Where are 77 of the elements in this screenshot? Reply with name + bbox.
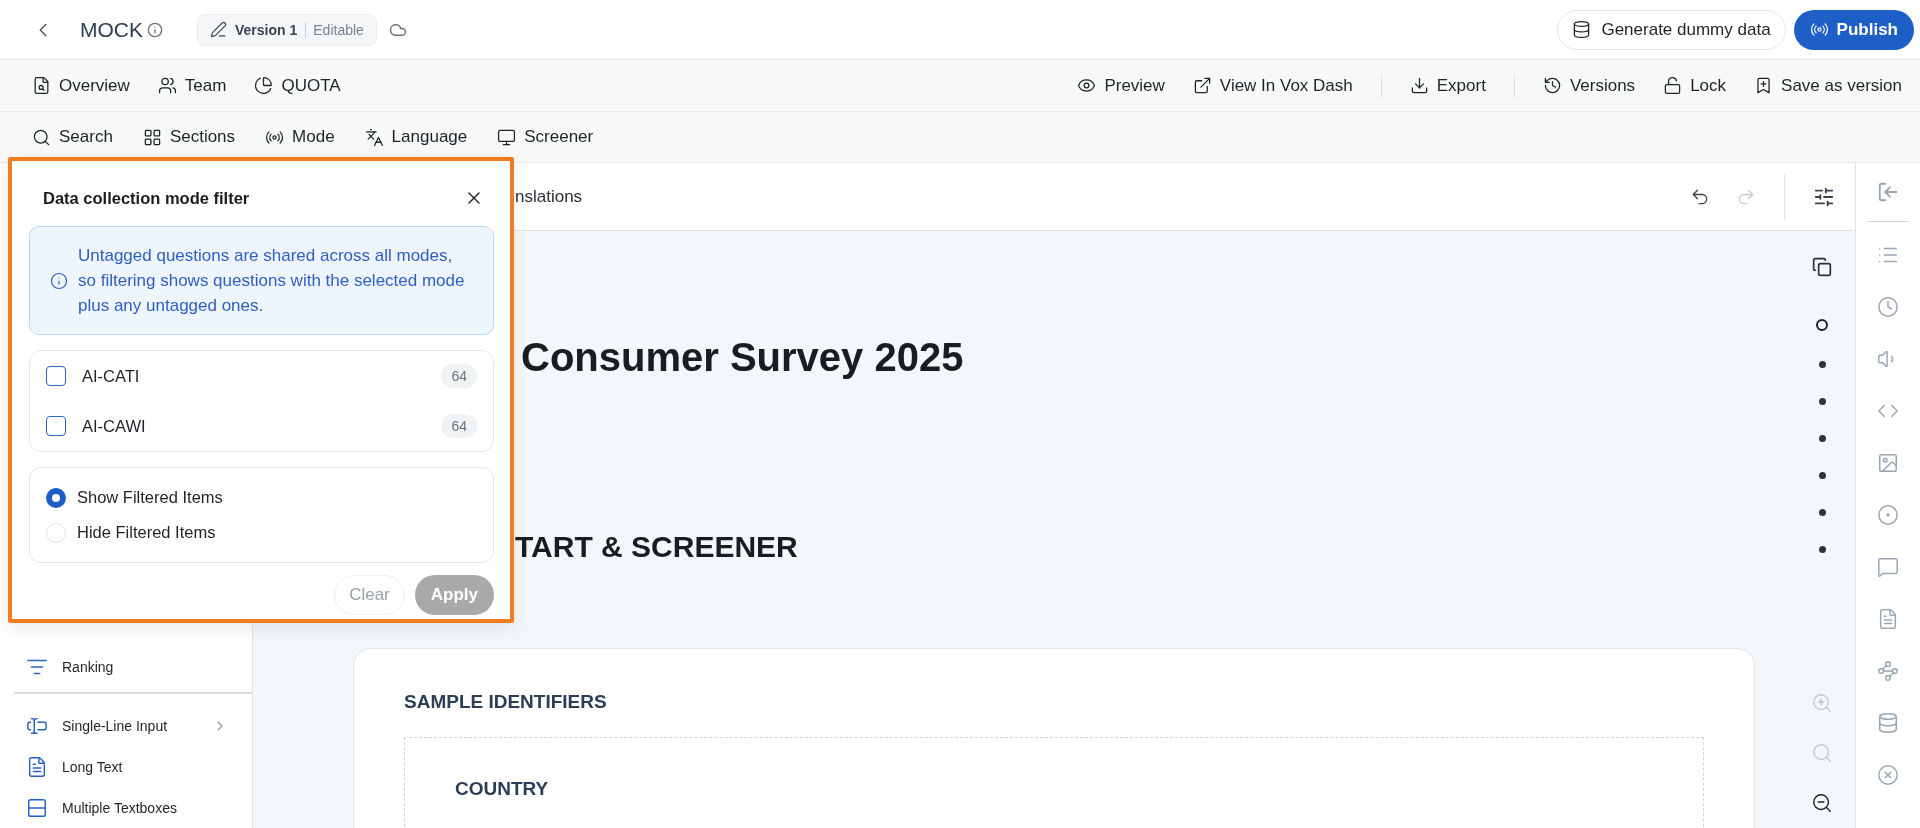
project-title: MOCK bbox=[80, 17, 143, 42]
outline-dot[interactable] bbox=[1818, 435, 1826, 442]
nav-action[interactable]: Export bbox=[1409, 75, 1486, 96]
outline-dot[interactable] bbox=[1816, 319, 1828, 331]
popover-title: Data collection mode filter bbox=[43, 188, 250, 208]
history-icon bbox=[1542, 76, 1562, 95]
zoom-in-icon bbox=[1811, 692, 1833, 714]
nav-action[interactable]: Preview bbox=[1077, 75, 1165, 96]
info-icon bbox=[50, 271, 68, 290]
version-label: Version 1 bbox=[235, 21, 298, 38]
outline-dot[interactable] bbox=[1818, 546, 1826, 553]
chat-bubble-icon bbox=[1877, 556, 1899, 578]
search-icon bbox=[32, 127, 51, 147]
monitor-icon bbox=[497, 127, 517, 147]
translate-icon bbox=[364, 127, 384, 147]
external-link-icon bbox=[1192, 76, 1212, 95]
card-title: SAMPLE IDENTIFIERS bbox=[404, 691, 608, 713]
publish-button[interactable]: Publish bbox=[1793, 9, 1914, 50]
outline-dot[interactable] bbox=[1818, 361, 1826, 368]
unlocked-padlock-icon bbox=[1663, 76, 1683, 95]
text-lines-icon bbox=[26, 755, 48, 778]
circle-icon bbox=[1877, 504, 1899, 526]
checkbox[interactable] bbox=[46, 366, 66, 386]
route-icon bbox=[1877, 660, 1899, 682]
question-type-item[interactable]: Long Text bbox=[0, 746, 252, 788]
toolbar-button[interactable]: Sections bbox=[142, 127, 236, 147]
toolbar-button[interactable]: Mode bbox=[265, 127, 335, 147]
count-badge: 64 bbox=[441, 414, 477, 438]
users-icon bbox=[157, 76, 177, 95]
survey-title: Consumer Survey 2025 bbox=[521, 335, 965, 380]
document-search-icon bbox=[32, 76, 51, 95]
circle-x-icon bbox=[1877, 764, 1899, 786]
image-icon bbox=[1877, 452, 1899, 474]
question-type-item[interactable]: Ranking bbox=[0, 647, 252, 688]
info-text: Untagged questions are shared across all modes, so filtering shows questions with the selected mode plus any untagged ones. bbox=[78, 245, 466, 317]
nav-action[interactable]: Lock bbox=[1663, 75, 1727, 96]
question-type-item[interactable]: Single-Line Input bbox=[0, 705, 252, 747]
nav-link[interactable]: Team bbox=[157, 75, 227, 96]
question-title: COUNTRY bbox=[455, 778, 550, 800]
nav-action[interactable]: View In Vox Dash bbox=[1192, 75, 1353, 96]
nav-action[interactable]: Versions bbox=[1542, 75, 1636, 96]
pen-icon bbox=[210, 21, 227, 38]
outline-dot[interactable] bbox=[1818, 472, 1826, 479]
document-icon bbox=[1877, 608, 1899, 630]
eye-icon bbox=[1077, 76, 1097, 95]
section-title: TART & SCREENER bbox=[515, 530, 799, 564]
nav-link[interactable]: QUOTA bbox=[254, 75, 341, 96]
version-status: Editable bbox=[305, 21, 364, 38]
nav-action[interactable]: Save as version bbox=[1754, 75, 1902, 96]
text-cursor-icon bbox=[26, 715, 48, 737]
outline-dot[interactable] bbox=[1818, 398, 1826, 405]
count-badge: 64 bbox=[441, 364, 477, 388]
grid-icon bbox=[142, 127, 162, 147]
generate-dummy-data-button[interactable]: Generate dummy data bbox=[1557, 9, 1786, 50]
checkbox[interactable] bbox=[46, 416, 66, 436]
toolbar-button[interactable]: Language bbox=[364, 127, 468, 147]
database-icon bbox=[1877, 712, 1899, 734]
broadcast-icon bbox=[1809, 20, 1829, 39]
outline-dot[interactable] bbox=[1818, 509, 1826, 516]
pie-chart-icon bbox=[254, 76, 274, 95]
version-pill[interactable]: Version 1 Editable bbox=[197, 13, 377, 46]
mode-label: AI-CATI bbox=[82, 366, 141, 386]
clock-icon bbox=[1877, 296, 1899, 318]
radio-label: Hide Filtered Items bbox=[77, 523, 216, 542]
question-type-item[interactable]: Multiple Textboxes bbox=[0, 787, 252, 828]
toolbar-button[interactable]: Screener bbox=[497, 127, 594, 147]
mode-label: AI-CAWI bbox=[82, 416, 147, 436]
toolbar-button[interactable]: Search bbox=[32, 127, 113, 147]
radio-button[interactable] bbox=[46, 487, 66, 508]
zoom-reset-icon bbox=[1811, 742, 1833, 764]
radio-label: Show Filtered Items bbox=[77, 488, 223, 507]
zoom-out-icon bbox=[1811, 792, 1833, 814]
stacked-boxes-icon bbox=[26, 796, 48, 819]
database-icon bbox=[1572, 20, 1592, 39]
tab-label[interactable]: nslations bbox=[515, 186, 1668, 207]
nav-link[interactable]: Overview bbox=[32, 75, 130, 96]
download-icon bbox=[1409, 76, 1429, 95]
